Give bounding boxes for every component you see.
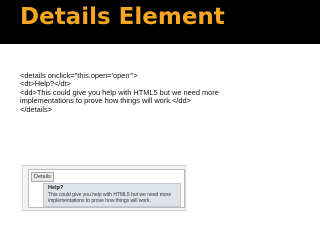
details-summary[interactable]: Help? [48,185,63,191]
code-line: implementations to prove how things will… [20,96,191,106]
demo-browser-area: Details Help? This could give you help w… [28,169,185,208]
title-bar: Details Element [0,0,320,44]
details-widget[interactable]: Help? This could give you help with HTML… [43,183,181,207]
details-demo-screenshot: Details Help? This could give you help w… [22,165,186,211]
slide-title: Details Element [20,4,225,30]
code-snippet: <details onclick="this.open='open'"> <dt… [20,71,310,114]
details-content-line: implementations to prove how things will… [48,198,151,204]
code-line: </details> [20,104,53,114]
details-content: This could give you help with HTML5 but … [48,192,178,204]
slide: Details Element <details onclick="this.o… [0,0,320,240]
demo-tab-details[interactable]: Details [31,172,54,182]
